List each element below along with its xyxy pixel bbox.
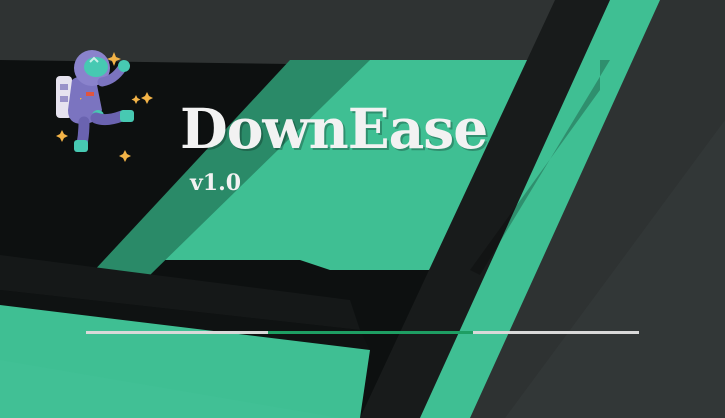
app-version: v1.0	[190, 170, 242, 196]
astronaut-icon	[56, 50, 153, 162]
splash-screen: DownEase v1.0	[0, 0, 725, 418]
app-title: DownEase	[180, 96, 488, 161]
loading-progress-bar	[86, 331, 639, 334]
loading-progress-fill	[268, 331, 474, 334]
